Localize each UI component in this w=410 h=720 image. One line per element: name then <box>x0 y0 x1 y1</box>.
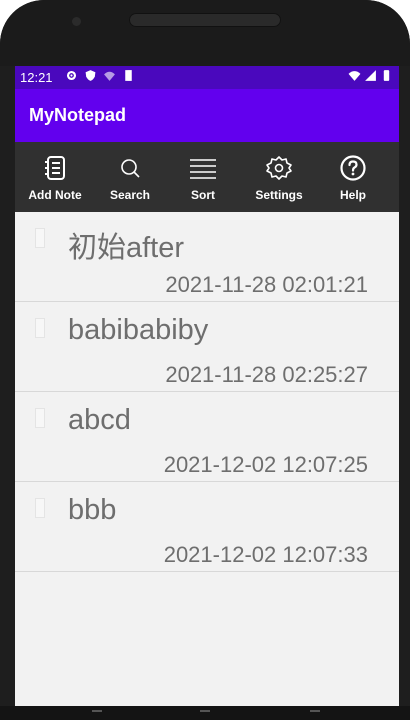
add-note-button[interactable]: Add Note <box>27 142 83 212</box>
shield-status-icon <box>85 70 96 81</box>
help-circle-icon <box>340 155 366 181</box>
device-top-bezel <box>0 0 410 66</box>
battery-status-icon <box>383 70 390 81</box>
note-item[interactable]: babibabiby 2021-11-28 02:25:27 <box>15 302 399 392</box>
note-title: babibabiby <box>68 314 209 346</box>
sort-lines-icon <box>190 159 216 179</box>
device-frame: 12:21 MyNotepad Add Note Search Sort Set… <box>0 0 410 720</box>
settings-status-icon <box>66 70 77 81</box>
help-label: Help <box>339 188 366 202</box>
note-item[interactable]: abcd 2021-12-02 12:07:25 <box>15 392 399 482</box>
note-date: 2021-11-28 02:01:21 <box>165 272 368 297</box>
back-nav-icon[interactable] <box>92 710 102 718</box>
note-date: 2021-12-02 12:07:25 <box>163 452 368 477</box>
status-time: 12:21 <box>20 70 53 85</box>
wifi-question-status-icon <box>104 71 115 81</box>
note-item[interactable]: bbb 2021-12-02 12:07:33 <box>15 482 399 572</box>
recents-nav-icon[interactable] <box>310 710 320 718</box>
note-date: 2021-12-02 12:07:33 <box>163 542 368 567</box>
wifi-status-icon <box>348 71 361 81</box>
toolbar: Add Note Search Sort Settings Help <box>15 142 399 212</box>
note-title: bbb <box>68 494 117 526</box>
screen: 12:21 MyNotepad Add Note Search Sort Set… <box>15 66 399 706</box>
note-marker-icon <box>35 228 45 248</box>
search-label: Search <box>109 188 151 202</box>
sort-button[interactable]: Sort <box>183 142 223 212</box>
add-note-label: Add Note <box>28 188 82 202</box>
notebook-icon <box>45 156 65 180</box>
status-icons-left <box>65 69 135 82</box>
gear-icon <box>266 156 292 180</box>
note-item[interactable]: 初始after 2021-11-28 02:01:21 <box>15 212 399 302</box>
settings-label: Settings <box>255 188 303 202</box>
notes-list: 初始after 2021-11-28 02:01:21 babibabiby 2… <box>15 212 399 572</box>
app-bar: MyNotepad <box>15 89 399 142</box>
note-date: 2021-11-28 02:25:27 <box>165 362 368 387</box>
settings-button[interactable]: Settings <box>250 142 308 212</box>
search-button[interactable]: Search <box>105 142 155 212</box>
signal-status-icon <box>365 70 376 81</box>
note-marker-icon <box>35 498 45 518</box>
search-icon <box>121 159 140 178</box>
app-title: MyNotepad <box>29 105 127 125</box>
earpiece-speaker <box>129 13 281 27</box>
note-marker-icon <box>35 318 45 338</box>
front-camera <box>72 17 81 26</box>
sd-card-status-icon <box>125 70 132 81</box>
home-nav-icon[interactable] <box>200 710 210 718</box>
sort-label: Sort <box>191 188 215 202</box>
status-icons-right <box>348 69 393 82</box>
status-bar: 12:21 <box>15 66 399 89</box>
help-button[interactable]: Help <box>335 142 371 212</box>
note-title: 初始after <box>68 232 185 264</box>
note-title: abcd <box>68 404 131 436</box>
note-marker-icon <box>35 408 45 428</box>
